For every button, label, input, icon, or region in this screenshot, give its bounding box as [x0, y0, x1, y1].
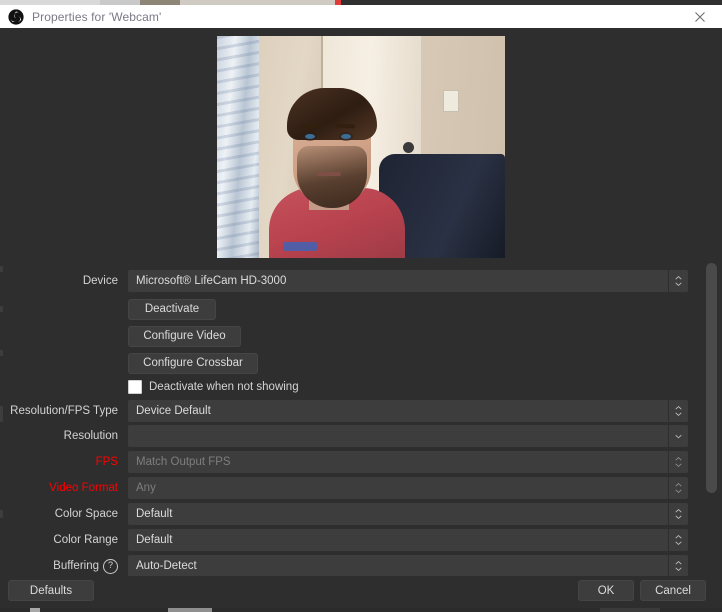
preview-hair [287, 88, 377, 140]
webcam-preview [217, 36, 505, 258]
preview-light-switch [443, 90, 459, 112]
preview-shirt-logo [283, 242, 317, 251]
color-range-combobox[interactable]: Default [128, 529, 668, 551]
row-buffering: Buffering ? Auto-Detect [0, 555, 700, 577]
row-device: Device Microsoft® LifeCam HD-3000 [0, 270, 700, 292]
configure-crossbar-button[interactable]: Configure Crossbar [128, 352, 258, 374]
row-deactivate: Deactivate [0, 298, 700, 320]
preview-curtain [217, 36, 259, 258]
deactivate-when-not-showing-checkbox[interactable]: Deactivate when not showing [128, 380, 299, 394]
cancel-button[interactable]: Cancel [640, 580, 706, 601]
properties-dialog: Properties for 'Webcam' Device Microsoft… [0, 0, 722, 612]
obs-logo-icon [8, 8, 24, 25]
device-label: Device [82, 275, 118, 287]
preview-door-knob [403, 142, 414, 153]
row-deactivate-when-not-showing: Deactivate when not showing [0, 376, 700, 398]
resolution-label: Resolution [63, 430, 118, 442]
title-bar[interactable]: Properties for 'Webcam' [0, 5, 722, 29]
ok-button[interactable]: OK [578, 580, 634, 601]
row-resolution: Resolution [0, 425, 700, 447]
footer-background-strip [0, 608, 722, 612]
res-fps-type-label: Resolution/FPS Type [10, 405, 118, 417]
scrollbar-thumb[interactable] [706, 263, 717, 493]
form-vertical-scrollbar[interactable] [706, 258, 717, 576]
row-configure-video: Configure Video [0, 325, 700, 347]
buffering-combobox[interactable]: Auto-Detect [128, 555, 668, 577]
dialog-footer: Defaults OK Cancel [0, 576, 722, 612]
properties-form: Device Microsoft® LifeCam HD-3000 Deacti… [0, 258, 722, 577]
color-space-combobox[interactable]: Default [128, 503, 668, 525]
color-range-label: Color Range [53, 534, 118, 546]
question-mark-icon[interactable]: ? [103, 558, 118, 574]
fps-combobox[interactable]: Match Output FPS [128, 451, 668, 473]
res-fps-type-combobox[interactable]: Device Default [128, 400, 668, 422]
defaults-button[interactable]: Defaults [8, 580, 94, 601]
device-combobox[interactable]: Microsoft® LifeCam HD-3000 [128, 270, 668, 292]
row-res-fps-type: Resolution/FPS Type Device Default [0, 400, 700, 422]
row-color-range: Color Range Default [0, 529, 700, 551]
row-fps: FPS Match Output FPS [0, 451, 700, 473]
checkbox-box[interactable] [128, 380, 142, 394]
configure-video-button[interactable]: Configure Video [128, 325, 241, 347]
buffering-label: Buffering [53, 560, 99, 572]
device-spinner[interactable] [668, 270, 688, 292]
resolution-combobox[interactable] [128, 425, 668, 447]
row-video-format: Video Format Any [0, 477, 700, 499]
deactivate-button[interactable]: Deactivate [128, 298, 216, 320]
row-color-space: Color Space Default [0, 503, 700, 525]
deactivate-when-not-showing-label: Deactivate when not showing [149, 381, 299, 393]
row-configure-crossbar: Configure Crossbar [0, 352, 700, 374]
color-space-label: Color Space [54, 508, 118, 520]
video-format-spinner[interactable] [668, 477, 688, 499]
color-space-spinner[interactable] [668, 503, 688, 525]
resolution-dropdown-arrow[interactable] [668, 425, 688, 447]
preview-area [0, 28, 722, 258]
video-format-label: Video Format [49, 482, 118, 494]
preview-eye-left [305, 134, 315, 139]
preview-eye-right [341, 134, 351, 139]
buffering-spinner[interactable] [668, 555, 688, 577]
window-title: Properties for 'Webcam' [32, 9, 162, 24]
video-format-combobox[interactable]: Any [128, 477, 668, 499]
fps-spinner[interactable] [668, 451, 688, 473]
res-fps-type-spinner[interactable] [668, 400, 688, 422]
close-icon[interactable] [678, 5, 722, 28]
fps-label: FPS [95, 456, 118, 468]
color-range-spinner[interactable] [668, 529, 688, 551]
preview-mouth [317, 172, 341, 176]
